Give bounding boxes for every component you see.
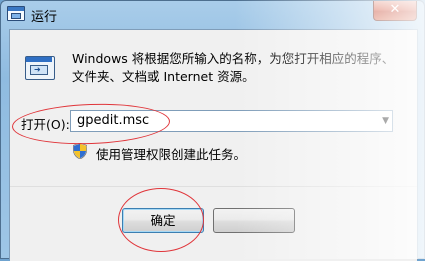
dropdown-arrow-icon[interactable]: ▼ xyxy=(382,114,389,128)
close-button[interactable]: ✕ xyxy=(373,1,417,21)
button-bar: 确定 xyxy=(10,186,417,261)
open-input-value[interactable]: gpedit.msc xyxy=(77,113,149,128)
dialog-description: Windows 将根据您所输入的名称，为您打开相应的程序、文件夹、文档或 Int… xyxy=(72,51,395,84)
run-app-icon xyxy=(7,6,25,21)
open-label: 打开(O): xyxy=(21,117,70,132)
dialog-client-area: ➜ Windows 将根据您所输入的名称，为您打开相应的程序、文件夹、文档或 I… xyxy=(9,29,418,261)
uac-shield-icon xyxy=(73,143,87,159)
ok-button[interactable]: 确定 xyxy=(122,208,204,233)
window-title: 运行 xyxy=(31,10,58,25)
open-combobox[interactable]: gpedit.msc ▼ xyxy=(70,110,393,132)
admin-privilege-note: 使用管理权限创建此任务。 xyxy=(96,147,247,162)
run-dialog-window: 运行 ✕ ➜ Windows 将根据您所输入的名称，为您打开相应的程序、文件夹、… xyxy=(0,0,425,261)
run-program-icon: ➜ xyxy=(25,56,55,82)
title-bar[interactable]: 运行 ✕ xyxy=(1,1,424,28)
cancel-button[interactable] xyxy=(213,208,295,233)
